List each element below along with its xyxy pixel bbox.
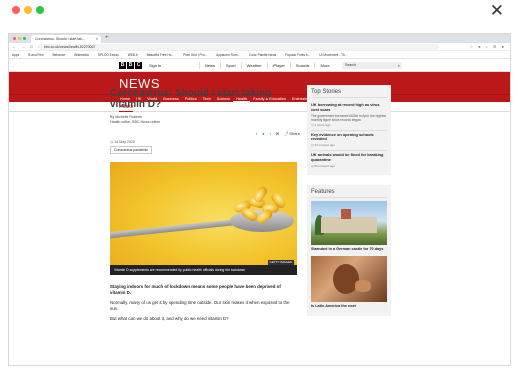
browser-close-dot[interactable] (13, 37, 16, 40)
bookmarks-bar: Apps B and Few Behance Wikimedia SPLOO E… (9, 51, 510, 59)
browser-tab-title: Coronavirus: Should I start tak... (35, 37, 85, 41)
top-nav-sounds[interactable]: Sounds (289, 62, 315, 69)
story-time: ◷ 56 minutes ago (311, 163, 335, 168)
sign-in-link[interactable]: Sign in (149, 62, 161, 69)
article-byline: By Michelle Roberts Health editor, BBC N… (110, 115, 300, 125)
top-story-item[interactable]: UK arrivals would be fined for breaking … (311, 151, 387, 171)
byline-role: Health editor, BBC News online (110, 120, 161, 124)
address-row: ← → C ⌂ bbc.co.uk/news/health-52270067 ☆… (9, 43, 510, 51)
feature-caption[interactable]: Is Latin America the next (311, 304, 387, 309)
top-stories-panel: Top Stories UK borrowing at record high … (307, 85, 391, 175)
twitter-icon[interactable]: t (270, 130, 271, 138)
hero-image: GETTY IMAGES Vitamin D supplements are r… (110, 162, 297, 275)
bookmark-item[interactable]: WEB.b (128, 53, 138, 57)
top-story-item[interactable]: Key evidence on opening schools revealed… (311, 131, 387, 152)
story-time: ◷ 4 hours ago (311, 122, 331, 127)
bookmark-item[interactable]: Behance (53, 53, 66, 57)
bbc-logo[interactable]: B B C (119, 62, 142, 69)
topic-tag[interactable]: Coronavirus pandemic (110, 146, 152, 154)
article-paragraph: Staying indoors for much of lockdown mea… (110, 284, 281, 295)
top-story-item[interactable]: UK borrowing at record high as virus cos… (311, 101, 387, 131)
extension-icons[interactable]: ☆ ● ♪ ☰ ● (470, 44, 506, 49)
browser-window-controls (13, 37, 26, 40)
top-nav-more[interactable]: More (314, 62, 334, 69)
bookmark-item[interactable]: UI Movement - Th... (319, 53, 347, 57)
email-icon[interactable]: ✉ (276, 130, 279, 138)
screenshot-frame: ✕ Coronavirus: Should I start tak... × +… (0, 0, 518, 378)
sidebar: Top Stories UK borrowing at record high … (307, 85, 391, 317)
castle-tower (341, 208, 351, 219)
bookmark-item[interactable]: Beautiful Free Ho... (147, 53, 174, 57)
bbc-logo-letter: B (119, 62, 126, 69)
capsule (252, 184, 269, 205)
story-time: ◷ 24 minutes ago (311, 143, 335, 148)
spoon-handle (110, 218, 240, 240)
story-title[interactable]: Key evidence on opening schools revealed (311, 132, 387, 143)
article-paragraph: But what can we do about it, and why do … (110, 316, 229, 321)
article-paragraph: Normally, many of us get it by spending … (110, 300, 290, 311)
browser-tab[interactable]: Coronavirus: Should I start tak... × (31, 35, 101, 43)
bookmark-item[interactable]: Popular Fonts b... (285, 53, 310, 57)
castle-building (321, 216, 377, 233)
search-icon[interactable]: ⌕ (398, 62, 400, 69)
bbc-logo-letter: B (127, 62, 134, 69)
maximize-window-dot[interactable] (36, 6, 44, 14)
close-window-dot[interactable] (12, 6, 20, 14)
bookmark-item[interactable]: SPLOO Extras (98, 53, 119, 57)
bookmark-item[interactable]: Apps (12, 53, 19, 57)
feature-image-portrait[interactable] (311, 255, 387, 302)
top-stories-title: Top Stories (311, 88, 387, 98)
image-caption: Vitamin D supplements are recommended by… (110, 265, 297, 275)
article-meta: ◷ 14 May 2020 f ● t ✉ ⤴ Share (110, 130, 300, 144)
article-body: Staying indoors for much of lockdown mea… (110, 284, 297, 327)
bbc-logo-letter: C (135, 62, 142, 69)
top-nav-news[interactable]: News (199, 62, 220, 69)
features-panel: Features Stranded in a German castle for… (307, 184, 391, 317)
search-placeholder: Search (345, 63, 357, 67)
browser-tab-bar: Coronavirus: Should I start tak... × + (9, 34, 510, 43)
feature-caption[interactable]: Stranded in a German castle for 70 days (311, 247, 387, 252)
close-icon[interactable]: ✕ (490, 2, 504, 19)
share-tools: f ● t ✉ ⤴ Share (256, 130, 300, 138)
facebook-icon[interactable]: f (256, 130, 257, 138)
bookmark-item[interactable]: Appstorm Rum... (216, 53, 240, 57)
top-nav-weather[interactable]: Weather (240, 62, 267, 69)
window-controls (12, 6, 44, 14)
bookmark-item[interactable]: B and Few (28, 53, 43, 57)
tab-close-icon[interactable]: × (96, 35, 98, 43)
minimize-window-dot[interactable] (24, 6, 32, 14)
bbc-top-nav: News Sport Weather iPlayer Sounds More (199, 62, 335, 69)
feature-image-castle[interactable] (311, 200, 387, 245)
new-tab-button[interactable]: + (105, 34, 109, 43)
bookmark-item[interactable]: Pixel Grid | Pro... (183, 53, 207, 57)
bbc-search-input[interactable]: Search ⌕ (342, 62, 402, 69)
browser-minimize-dot[interactable] (18, 37, 21, 40)
story-title[interactable]: UK arrivals would be fined for breaking … (311, 152, 387, 163)
portrait-hand (355, 279, 371, 292)
story-title[interactable]: UK borrowing at record high as virus cos… (311, 102, 387, 113)
bookmark-item[interactable]: Color Palette Ideas (249, 53, 276, 57)
bbc-masthead: B B C Sign in News Sport Weather iPlayer… (9, 59, 510, 72)
top-nav-iplayer[interactable]: iPlayer (266, 62, 290, 69)
article-header: Coronavirus: Should I start taking vitam… (110, 88, 300, 156)
top-nav-sport[interactable]: Sport (220, 62, 241, 69)
messenger-icon[interactable]: ● (262, 130, 264, 138)
article-date: ◷ 14 May 2020 (110, 140, 135, 144)
share-button[interactable]: ⤴ Share (284, 130, 300, 138)
story-summary: The government borrowed £62bn in April, … (311, 113, 386, 122)
address-bar[interactable]: bbc.co.uk/news/health-52270067 (39, 44, 439, 50)
features-title: Features (311, 188, 387, 198)
browser-maximize-dot[interactable] (23, 37, 26, 40)
article-headline: Coronavirus: Should I start taking vitam… (110, 88, 272, 110)
bookmark-item[interactable]: Wikimedia (74, 53, 89, 57)
